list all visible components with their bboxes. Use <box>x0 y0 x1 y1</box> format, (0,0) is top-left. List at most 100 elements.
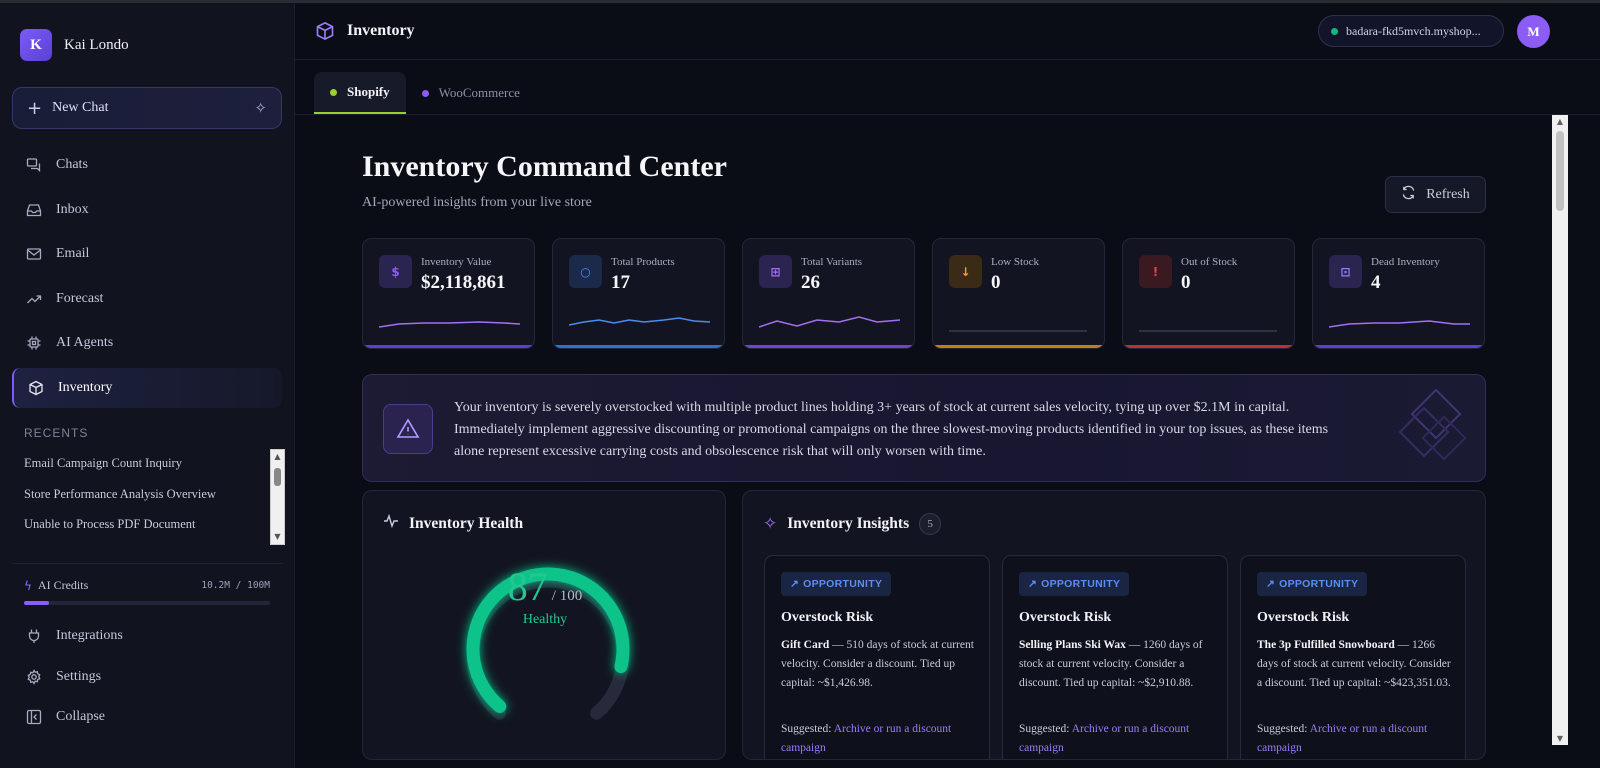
suggest-label: Suggested: <box>1257 723 1308 735</box>
tab-label: Shopify <box>347 84 390 99</box>
diamond-decoration-icon <box>1398 389 1467 461</box>
divider <box>295 114 1600 115</box>
tab-shopify[interactable]: Shopify <box>314 72 406 114</box>
grid-icon: ⊞ <box>759 255 792 288</box>
insight-body: Selling Plans Ski Wax — 1260 days of sto… <box>1019 636 1215 693</box>
new-chat-button[interactable]: + New Chat ✧ <box>12 87 282 129</box>
credits-progress-fill <box>24 601 50 605</box>
tab-woocommerce[interactable]: WooCommerce <box>406 72 536 114</box>
scroll-up-arrow-icon[interactable]: ▲ <box>271 451 284 463</box>
sidebar-item-label: Inventory <box>58 379 113 395</box>
badge-label: OPPORTUNITY <box>1041 578 1121 590</box>
sidebar-item-ai-agents[interactable]: AI Agents <box>12 323 282 363</box>
insight-card[interactable]: ↗ OPPORTUNITY Overstock Risk The 3p Fulfi… <box>1240 555 1466 759</box>
recent-chat-item[interactable]: Store Performance Analysis Overview <box>24 484 268 515</box>
opportunity-badge: ↗ OPPORTUNITY <box>1019 572 1130 596</box>
badge-label: OPPORTUNITY <box>803 578 883 590</box>
circle-icon: ○ <box>569 255 602 288</box>
page-header-title: Inventory <box>347 22 415 39</box>
sparkline <box>1139 330 1277 332</box>
sidebar-item-integrations[interactable]: Integrations <box>12 616 282 657</box>
ai-alert-banner: Your inventory is severely overstocked w… <box>362 374 1486 482</box>
scroll-down-arrow-icon[interactable]: ▼ <box>271 531 284 543</box>
trend-up-icon: ↗ <box>790 578 800 590</box>
sparkline <box>1329 320 1470 328</box>
stat-value: 0 <box>991 272 1001 293</box>
cpu-icon <box>26 335 42 351</box>
stat-card-inventory-value: $ Inventory Value $2,118,861 <box>362 238 535 349</box>
insight-title: Overstock Risk <box>1257 610 1350 625</box>
insight-body: Gift Card — 510 days of stock at current… <box>781 636 977 693</box>
recents-scrollbar[interactable]: ▲ ▼ <box>270 449 285 545</box>
sidebar-item-label: Email <box>56 246 90 261</box>
profile-name: Kai Londo <box>64 36 129 53</box>
top-header: Inventory badara-fkd5mvch.myshop... M <box>295 3 1600 60</box>
scrollbar-thumb[interactable] <box>1556 131 1564 211</box>
stat-accent-bar <box>1313 345 1484 348</box>
recents-heading: RECENTS <box>24 426 89 440</box>
stat-value: 26 <box>801 272 820 293</box>
page-scrollbar[interactable]: ▲ ▼ <box>1552 115 1568 745</box>
sidebar-item-label: Collapse <box>56 709 105 725</box>
box-icon <box>315 21 335 41</box>
sparkline <box>379 321 520 328</box>
sidebar-item-label: Settings <box>56 668 102 684</box>
sparkline <box>759 316 900 328</box>
opportunity-badge: ↗ OPPORTUNITY <box>1257 572 1368 596</box>
new-chat-label: New Chat <box>52 100 109 115</box>
sidebar-item-label: Inbox <box>56 201 89 217</box>
stat-label: Total Products <box>611 256 675 268</box>
inbox-icon <box>26 202 42 218</box>
insight-card[interactable]: ↗ OPPORTUNITY Overstock Risk Gift Card — … <box>764 555 990 759</box>
trend-up-icon <box>26 291 42 307</box>
stat-card-dead-inventory: ⊡ Dead Inventory 4 <box>1312 238 1485 349</box>
sidebar-item-label: Forecast <box>56 290 104 306</box>
stat-value: $2,118,861 <box>421 272 506 293</box>
stat-label: Low Stock <box>991 256 1039 268</box>
sparkline <box>949 330 1087 332</box>
alert-text: Your inventory is severely overstocked w… <box>454 400 1329 459</box>
recent-chat-item[interactable]: Email Campaign Count Inquiry <box>24 453 268 484</box>
gear-icon <box>26 668 42 685</box>
health-status: Healthy <box>522 612 568 627</box>
scroll-down-arrow-icon[interactable]: ▼ <box>1552 734 1568 743</box>
refresh-button[interactable]: Refresh <box>1385 176 1486 213</box>
user-avatar[interactable]: M <box>1517 15 1550 48</box>
recent-chat-item[interactable]: Unable to Process PDF Document <box>24 514 268 545</box>
scrollbar-thumb[interactable] <box>274 468 281 486</box>
sidebar-item-label: AI Agents <box>56 335 114 350</box>
stat-accent-bar <box>1123 345 1294 348</box>
sidebar-item-inbox[interactable]: Inbox <box>12 190 282 230</box>
profile[interactable]: K Kai Londo <box>20 29 129 61</box>
sidebar-item-settings[interactable]: Settings <box>12 657 282 698</box>
pulse-icon <box>383 513 399 534</box>
card-title: Inventory Insights <box>787 515 910 532</box>
sidebar-item-forecast[interactable]: Forecast <box>12 279 282 319</box>
divider <box>12 563 282 564</box>
sidebar-nav: Chats Inbox Email Forecast AI Agents Inv… <box>12 145 282 412</box>
sidebar-item-collapse[interactable]: Collapse <box>12 697 282 738</box>
archive-icon: ⊡ <box>1329 255 1362 288</box>
insight-card[interactable]: ↗ OPPORTUNITY Overstock Risk Selling Plan… <box>1002 555 1228 759</box>
inventory-health-card: Inventory Health 87 / 100 Healthy <box>362 490 726 760</box>
health-score: 87 / 100 Healthy <box>363 563 725 628</box>
stat-value: 0 <box>1181 272 1191 293</box>
page-subtitle: AI-powered insights from your live store <box>362 195 592 210</box>
status-dot <box>1331 27 1338 35</box>
sidebar: K Kai Londo + New Chat ✧ Chats Inbox Ema… <box>0 3 295 768</box>
sidebar-item-inventory[interactable]: Inventory <box>12 367 282 408</box>
product-name: Gift Card <box>781 639 830 651</box>
sidebar-item-chats[interactable]: Chats <box>12 145 282 185</box>
product-name: The 3p Fulfilled Snowboard <box>1257 639 1395 651</box>
stat-card-out-of-stock: ! Out of Stock 0 <box>1122 238 1295 349</box>
sidebar-item-label: Chats <box>56 157 88 172</box>
warning-icon <box>383 404 433 454</box>
tab-label: WooCommerce <box>438 85 520 100</box>
insight-title: Overstock Risk <box>781 610 874 625</box>
sparkle-icon: ✧ <box>254 99 267 117</box>
score-max: / 100 <box>551 588 583 604</box>
sidebar-item-email[interactable]: Email <box>12 234 282 274</box>
scroll-up-arrow-icon[interactable]: ▲ <box>1552 117 1568 126</box>
platform-tabs: Shopify WooCommerce <box>314 72 536 114</box>
store-selector[interactable]: badara-fkd5mvch.myshop... <box>1318 15 1504 47</box>
